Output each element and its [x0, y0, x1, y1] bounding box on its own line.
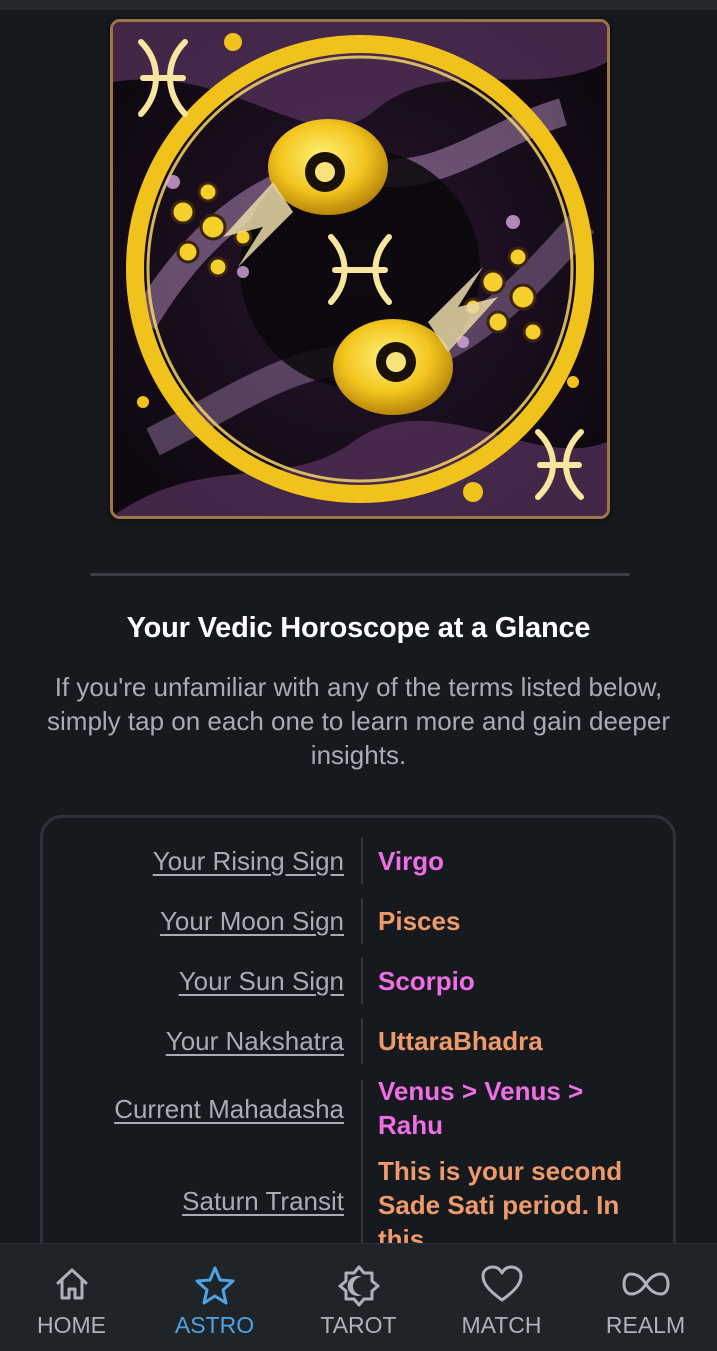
horoscope-row-sun: Your Sun Sign Scorpio: [43, 958, 679, 1004]
row-separator: [361, 838, 363, 884]
nakshatra-link[interactable]: Your Nakshatra: [166, 1026, 344, 1057]
sun-sign-value: Scorpio: [378, 966, 475, 996]
row-separator: [361, 1080, 363, 1154]
status-bar-strip: [0, 0, 717, 10]
moon-sign-link[interactable]: Your Moon Sign: [160, 906, 344, 937]
pisces-artwork-image: [110, 19, 610, 519]
section-title: Your Vedic Horoscope at a Glance: [126, 612, 591, 644]
nav-match[interactable]: MATCH: [430, 1244, 573, 1351]
row-separator: [361, 1018, 363, 1064]
nav-home[interactable]: HOME: [0, 1244, 143, 1351]
home-icon: [56, 1268, 87, 1300]
mahadasha-link[interactable]: Current Mahadasha: [114, 1094, 344, 1125]
horoscope-row-nakshatra: Your Nakshatra UttaraBhadra: [43, 1018, 679, 1064]
nav-tarot[interactable]: TAROT: [287, 1244, 430, 1351]
horoscope-row-saturn: Saturn Transit This is your second Sade …: [43, 1154, 679, 1254]
moon-sign-value: Pisces: [378, 906, 461, 936]
nav-astro-label: ASTRO: [174, 1312, 255, 1338]
horoscope-row-rising: Your Rising Sign Virgo: [43, 838, 679, 884]
mahadasha-value: Venus > Venus > Rahu: [378, 1076, 584, 1140]
heart-icon: [481, 1265, 522, 1302]
infinity-icon: [621, 1272, 670, 1296]
rising-sign-link[interactable]: Your Rising Sign: [153, 846, 344, 877]
horoscope-row-mahadasha: Current Mahadasha Venus > Venus > Rahu: [43, 1076, 679, 1154]
star-icon: [195, 1266, 234, 1305]
nakshatra-value: UttaraBhadra: [378, 1026, 543, 1056]
row-separator: [361, 898, 363, 944]
horoscope-row-moon: Your Moon Sign Pisces: [43, 898, 679, 944]
saturn-transit-value: This is your second Sade Sati period. In…: [378, 1156, 623, 1254]
bottom-navigation-bar: HOME ASTRO TAROT MATCH REALM: [0, 1243, 717, 1351]
saturn-transit-link[interactable]: Saturn Transit: [182, 1186, 344, 1217]
nav-astro[interactable]: ASTRO: [143, 1244, 286, 1351]
nav-home-label: HOME: [37, 1312, 106, 1338]
sun-moon-icon: [338, 1265, 379, 1307]
rising-sign-value: Virgo: [378, 846, 444, 876]
section-divider: [90, 573, 630, 576]
nav-realm[interactable]: REALM: [574, 1244, 717, 1351]
row-separator: [361, 1154, 363, 1244]
nav-tarot-label: TAROT: [320, 1312, 397, 1338]
section-subtitle: If you're unfamiliar with any of the ter…: [47, 672, 670, 770]
nav-match-label: MATCH: [461, 1312, 542, 1338]
nav-realm-label: REALM: [605, 1312, 686, 1338]
sun-sign-link[interactable]: Your Sun Sign: [179, 966, 344, 997]
row-separator: [361, 958, 363, 1004]
